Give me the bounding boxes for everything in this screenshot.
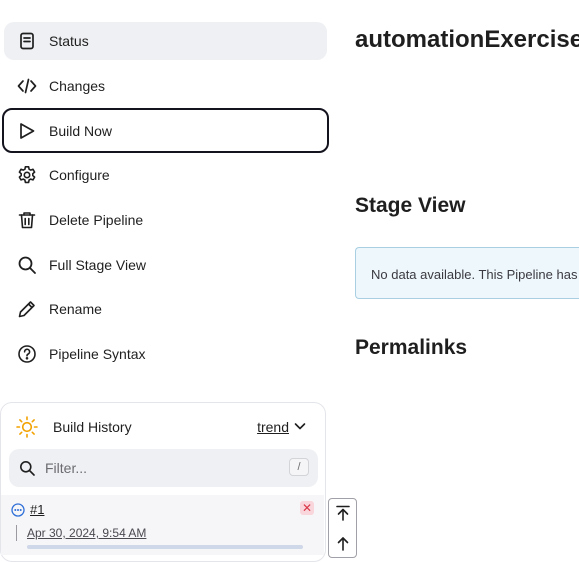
build-history-panel: Build History trend / #1 ✕ Apr 30, 2024,… [0, 402, 326, 562]
sidebar-item-label: Status [49, 33, 89, 49]
filter-input[interactable] [45, 460, 275, 476]
filter-field[interactable]: / [9, 449, 318, 487]
scroll-up-icon[interactable] [335, 535, 351, 551]
sidebar-item-rename[interactable]: Rename [4, 290, 327, 328]
chevron-down-icon[interactable] [293, 419, 307, 433]
help-icon [16, 343, 38, 365]
build-history-title: Build History [53, 419, 132, 435]
trend-link[interactable]: trend [257, 419, 289, 435]
search-icon [16, 254, 38, 276]
sidebar-item-label: Full Stage View [49, 257, 147, 273]
sidebar-item-label: Changes [49, 78, 106, 94]
stage-view-heading: Stage View [355, 194, 466, 217]
build-history-header: Build History trend [15, 415, 311, 439]
page-title: automationExercise [355, 26, 579, 53]
pencil-icon [16, 298, 38, 320]
sidebar-item-label: Delete Pipeline [49, 212, 144, 228]
sidebar-item-label: Build Now [49, 122, 113, 139]
scroll-to-top-icon[interactable] [335, 505, 351, 521]
sidebar-item-status[interactable]: Status [4, 22, 327, 60]
in-progress-icon [11, 503, 25, 517]
sidebar-item-delete-pipeline[interactable]: Delete Pipeline [4, 201, 327, 239]
sidebar-item-label: Rename [49, 301, 102, 317]
build-date-link[interactable]: Apr 30, 2024, 9:54 AM [27, 526, 146, 540]
keyboard-shortcut-badge: / [289, 458, 309, 476]
sidebar-item-pipeline-syntax[interactable]: Pipeline Syntax [4, 335, 327, 373]
sidebar-item-changes[interactable]: Changes [4, 67, 327, 105]
sidebar-item-configure[interactable]: Configure [4, 156, 327, 194]
sidebar-item-build-now[interactable]: Build Now [2, 108, 329, 153]
build-number-link[interactable]: #1 [30, 502, 44, 517]
document-icon [16, 30, 38, 52]
play-icon [16, 120, 38, 142]
sidebar-item-label: Configure [49, 167, 110, 183]
sidebar-item-label: Pipeline Syntax [49, 346, 146, 362]
cancel-build-button[interactable]: ✕ [300, 501, 314, 515]
code-icon [16, 75, 38, 97]
trash-icon [16, 209, 38, 231]
permalinks-heading: Permalinks [355, 336, 468, 359]
sidebar-item-full-stage-view[interactable]: Full Stage View [4, 246, 327, 284]
build-progress-bar [27, 545, 303, 549]
search-icon [20, 461, 35, 476]
gear-icon [16, 164, 38, 186]
timeline-line [16, 525, 17, 541]
stage-view-notice: No data available. This Pipeline has not… [355, 247, 579, 299]
scroll-controls [328, 498, 357, 558]
sun-icon [15, 415, 39, 439]
build-row: #1 ✕ Apr 30, 2024, 9:54 AM [1, 495, 324, 555]
